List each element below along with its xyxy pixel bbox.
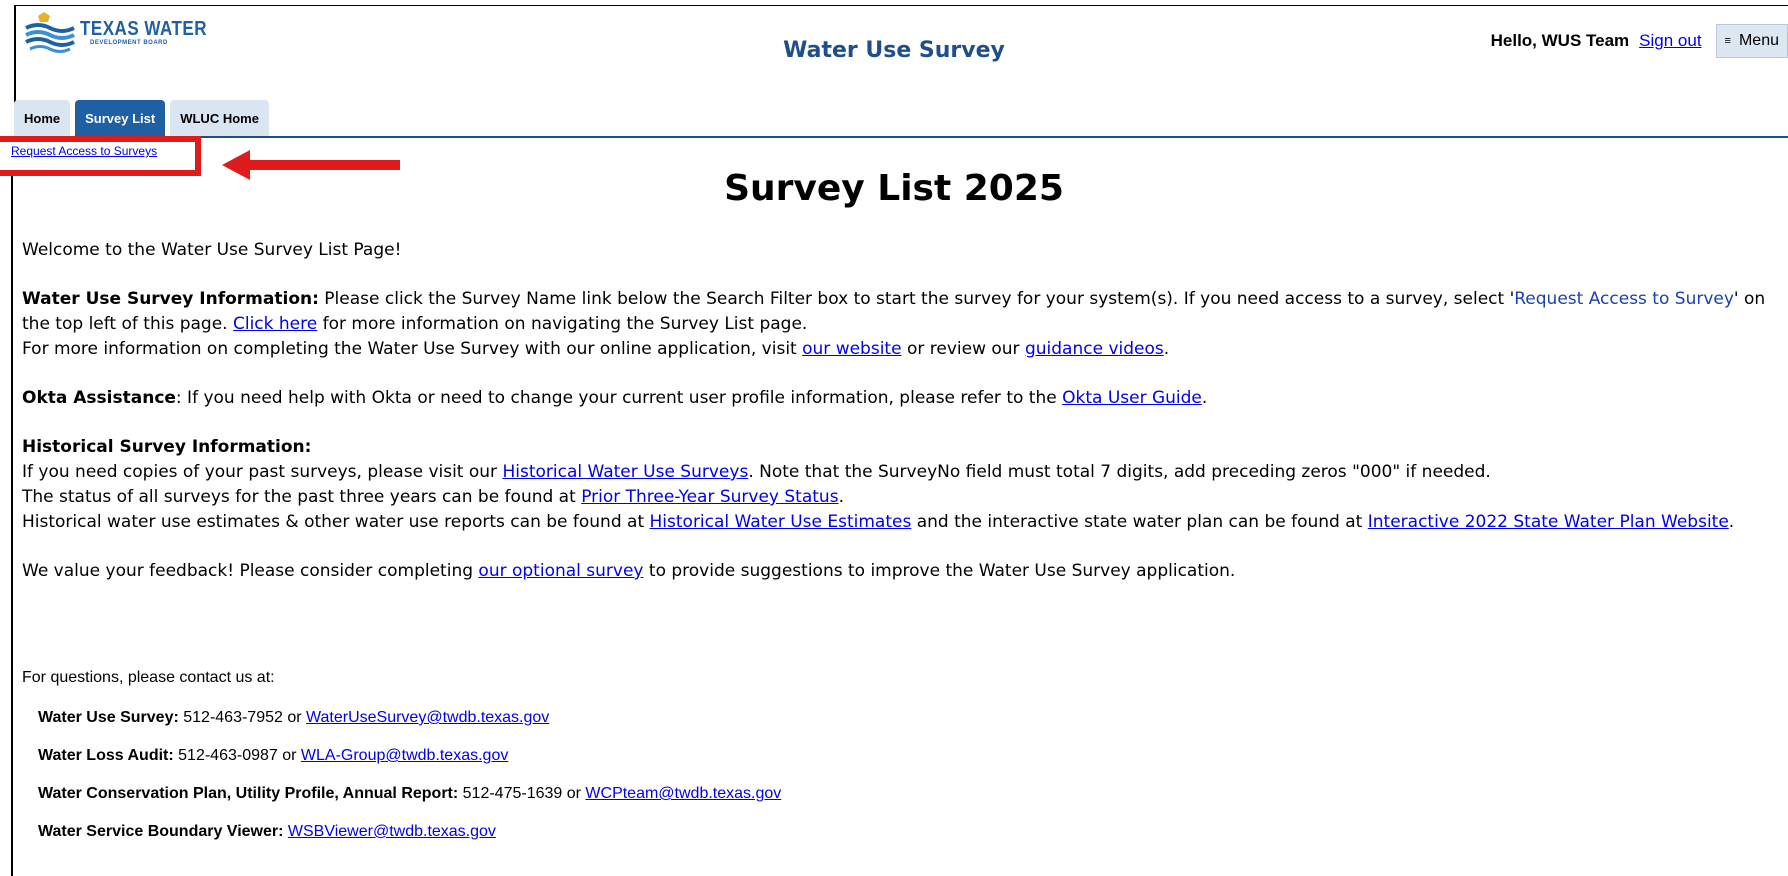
wus-info-text: Please click the Survey Name link below … [318,289,1515,309]
intro-content: Welcome to the Water Use Survey List Pag… [22,238,1782,584]
estimates-paragraph: Historical water use estimates & other w… [22,510,1782,535]
menu-label: Menu [1738,32,1779,49]
tab-survey-list[interactable]: Survey List [75,100,166,136]
user-area: Hello, WUS Team Sign out ≡ Menu [1490,24,1788,58]
feedback-paragraph: We value your feedback! Please consider … [22,559,1782,584]
status-text: . [838,487,844,507]
menu-button[interactable]: ≡ Menu [1715,24,1788,58]
contact-label: Water Loss Audit: [38,747,174,764]
contacts-section: For questions, please contact us at: Wat… [22,669,781,861]
contact-row-wsb: Water Service Boundary Viewer: WSBViewer… [38,823,781,841]
feedback-text: We value your feedback! Please consider … [22,561,479,581]
click-here-link[interactable]: Click here [233,314,317,334]
wsb-email-link[interactable]: WSBViewer@twdb.texas.gov [288,823,496,840]
wcp-email-link[interactable]: WCPteam@twdb.texas.gov [585,785,781,802]
page-title: Survey List 2025 [724,168,1064,209]
okta-user-guide-link[interactable]: Okta User Guide [1062,388,1202,408]
contact-row-wus: Water Use Survey: 512-463-7952 or WaterU… [38,709,781,727]
contact-label: Water Conservation Plan, Utility Profile… [38,785,459,802]
historical-surveys-link[interactable]: Historical Water Use Surveys [502,462,748,482]
wus-info-paragraph: Water Use Survey Information: Please cli… [22,287,1782,337]
tab-underline [14,136,1788,138]
more-info-text: For more information on completing the W… [22,339,803,359]
prior-status-link[interactable]: Prior Three-Year Survey Status [581,487,838,507]
historical-label: Historical Survey Information: [22,437,312,457]
estimates-text: . [1728,512,1735,532]
wus-info-text: for more information on navigating the S… [317,314,808,334]
historical-estimates-link[interactable]: Historical Water Use Estimates [650,512,912,532]
okta-text: . [1201,388,1208,408]
contact-text: 512-463-0987 or [173,747,301,764]
okta-text: : If you need help with Okta or need to … [175,388,1063,408]
contact-row-wla: Water Loss Audit: 512-463-0987 or WLA-Gr… [38,747,781,765]
hamburger-icon: ≡ [1724,35,1731,47]
historical-surveys-paragraph: If you need copies of your past surveys,… [22,460,1782,485]
tab-wluc-home[interactable]: WLUC Home [170,100,269,136]
contacts-intro: For questions, please contact us at: [22,669,275,686]
okta-label: Okta Assistance [22,388,176,408]
contact-text: 512-463-7952 or [178,709,306,726]
wla-email-link[interactable]: WLA-Group@twdb.texas.gov [301,747,508,764]
wus-email-link[interactable]: WaterUseSurvey@twdb.texas.gov [306,709,549,726]
frame-left-border-lower [11,170,13,876]
status-paragraph: The status of all surveys for the past t… [22,485,1782,510]
contact-label: Water Use Survey: [38,709,179,726]
more-info-paragraph: For more information on completing the W… [22,337,1782,362]
sign-out-link[interactable]: Sign out [1639,31,1701,51]
more-info-text: or review our [901,339,1025,359]
tab-home[interactable]: Home [14,100,71,136]
estimates-text: and the interactive state water plan can… [911,512,1368,532]
status-text: The status of all surveys for the past t… [22,487,582,507]
feedback-text: to provide suggestions to improve the Wa… [643,561,1236,581]
contact-label: Water Service Boundary Viewer: [38,823,284,840]
historical-text: If you need copies of your past surveys,… [22,462,503,482]
optional-survey-link[interactable]: our optional survey [478,561,643,581]
historical-heading: Historical Survey Information: [22,435,1782,460]
state-water-plan-link[interactable]: Interactive 2022 State Water Plan Websit… [1368,512,1729,532]
wus-info-label: Water Use Survey Information: [22,289,319,309]
contact-row-wcp: Water Conservation Plan, Utility Profile… [38,785,781,803]
greeting-text: Hello, WUS Team [1490,31,1630,50]
contact-text: 512-475-1639 or [458,785,586,802]
logo-line1: TEXAS WATER [80,17,208,40]
nav-tabs: Home Survey List WLUC Home [14,98,274,136]
our-website-link[interactable]: our website [802,339,901,359]
historical-text: . Note that the SurveyNo field must tota… [748,462,1491,482]
welcome-text: Welcome to the Water Use Survey List Pag… [22,240,402,260]
frame-top-border [14,5,1788,6]
more-info-text: . [1163,339,1170,359]
guidance-videos-link[interactable]: guidance videos [1025,339,1164,359]
request-access-highlight: Request Access to Survey [1514,289,1734,309]
estimates-text: Historical water use estimates & other w… [22,512,650,532]
okta-paragraph: Okta Assistance: If you need help with O… [22,386,1782,411]
